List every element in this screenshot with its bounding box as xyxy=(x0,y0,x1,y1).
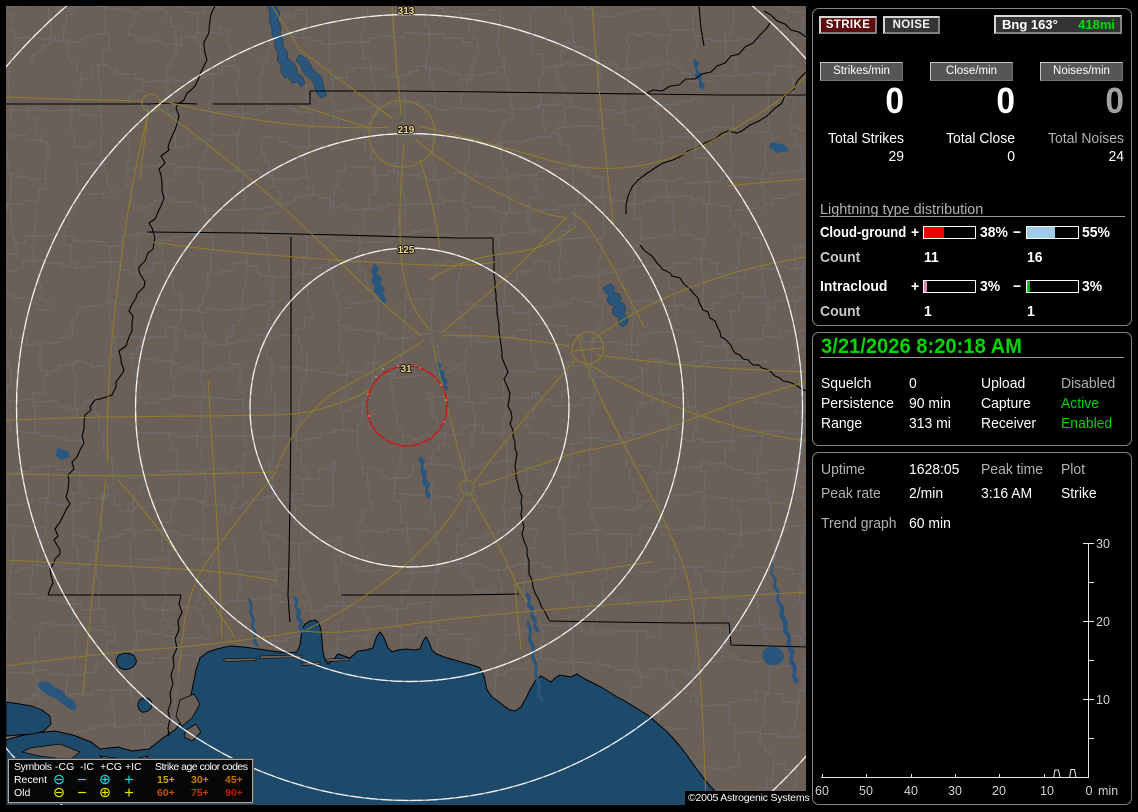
svg-text:20: 20 xyxy=(992,784,1006,798)
svg-text:40: 40 xyxy=(904,784,918,798)
svg-text:30+: 30+ xyxy=(191,774,209,786)
svg-text:30: 30 xyxy=(1096,537,1110,551)
svg-text:125: 125 xyxy=(398,245,415,256)
svg-text:0: 0 xyxy=(1086,784,1093,798)
svg-text:30: 30 xyxy=(948,784,962,798)
svg-text:+CG: +CG xyxy=(100,761,122,773)
svg-text:Symbols: Symbols xyxy=(14,761,52,773)
svg-text:50: 50 xyxy=(859,784,873,798)
svg-text:60: 60 xyxy=(815,784,829,798)
svg-text:31: 31 xyxy=(400,364,412,375)
svg-text:-CG: -CG xyxy=(55,761,74,773)
svg-text:219: 219 xyxy=(398,125,415,136)
svg-text:75+: 75+ xyxy=(191,787,209,799)
svg-text:Recent: Recent xyxy=(14,774,47,786)
svg-text:60+: 60+ xyxy=(157,787,175,799)
svg-text:min: min xyxy=(1098,784,1118,798)
svg-text:10: 10 xyxy=(1040,784,1054,798)
svg-text:313: 313 xyxy=(398,6,415,17)
svg-text:+IC: +IC xyxy=(125,761,142,773)
svg-text:20: 20 xyxy=(1096,615,1110,629)
svg-text:90+: 90+ xyxy=(225,787,243,799)
svg-text:Strike age color codes: Strike age color codes xyxy=(155,761,248,773)
svg-text:Old: Old xyxy=(14,787,31,799)
svg-text:45+: 45+ xyxy=(225,774,243,786)
svg-text:-IC: -IC xyxy=(80,761,94,773)
svg-text:15+: 15+ xyxy=(157,774,175,786)
svg-text:10: 10 xyxy=(1096,693,1110,707)
